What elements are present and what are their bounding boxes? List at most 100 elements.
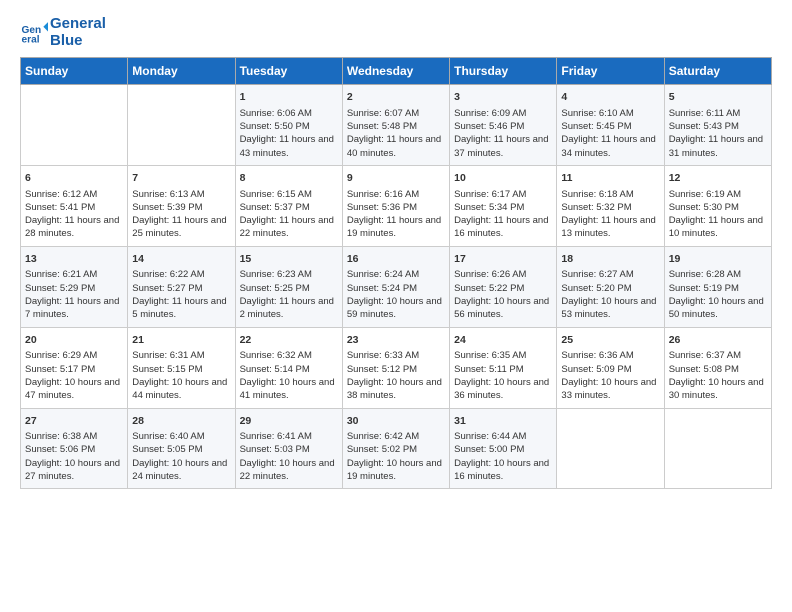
day-info: Sunrise: 6:23 AM — [240, 268, 338, 281]
calendar-cell: 15Sunrise: 6:23 AMSunset: 5:25 PMDayligh… — [235, 246, 342, 327]
header-day-tuesday: Tuesday — [235, 58, 342, 85]
day-info: Sunset: 5:50 PM — [240, 120, 338, 133]
day-info: Sunset: 5:19 PM — [669, 282, 767, 295]
day-info: Daylight: 11 hours and 43 minutes. — [240, 133, 338, 160]
day-info: Daylight: 10 hours and 36 minutes. — [454, 376, 552, 403]
day-info: Sunset: 5:24 PM — [347, 282, 445, 295]
day-info: Sunset: 5:45 PM — [561, 120, 659, 133]
day-info: Daylight: 11 hours and 10 minutes. — [669, 214, 767, 241]
calendar-cell: 24Sunrise: 6:35 AMSunset: 5:11 PMDayligh… — [450, 327, 557, 408]
calendar-cell: 18Sunrise: 6:27 AMSunset: 5:20 PMDayligh… — [557, 246, 664, 327]
day-info: Daylight: 10 hours and 19 minutes. — [347, 457, 445, 484]
day-info: Sunset: 5:41 PM — [25, 201, 123, 214]
day-info: Sunrise: 6:13 AM — [132, 188, 230, 201]
day-info: Daylight: 10 hours and 47 minutes. — [25, 376, 123, 403]
day-info: Daylight: 10 hours and 38 minutes. — [347, 376, 445, 403]
logo-text: GeneralBlue — [50, 16, 106, 49]
day-info: Sunset: 5:27 PM — [132, 282, 230, 295]
day-info: Sunset: 5:48 PM — [347, 120, 445, 133]
day-info: Sunrise: 6:12 AM — [25, 188, 123, 201]
day-info: Daylight: 11 hours and 19 minutes. — [347, 214, 445, 241]
calendar-cell: 17Sunrise: 6:26 AMSunset: 5:22 PMDayligh… — [450, 246, 557, 327]
day-info: Sunrise: 6:40 AM — [132, 430, 230, 443]
day-info: Daylight: 11 hours and 7 minutes. — [25, 295, 123, 322]
day-info: Daylight: 10 hours and 30 minutes. — [669, 376, 767, 403]
day-number: 20 — [25, 333, 123, 348]
day-number: 19 — [669, 252, 767, 267]
calendar-cell: 19Sunrise: 6:28 AMSunset: 5:19 PMDayligh… — [664, 246, 771, 327]
day-info: Sunrise: 6:36 AM — [561, 349, 659, 362]
day-info: Sunset: 5:17 PM — [25, 363, 123, 376]
day-info: Sunrise: 6:06 AM — [240, 107, 338, 120]
day-info: Sunrise: 6:27 AM — [561, 268, 659, 281]
day-info: Daylight: 11 hours and 5 minutes. — [132, 295, 230, 322]
day-info: Sunset: 5:37 PM — [240, 201, 338, 214]
header-day-wednesday: Wednesday — [342, 58, 449, 85]
day-info: Daylight: 11 hours and 37 minutes. — [454, 133, 552, 160]
day-info: Sunset: 5:14 PM — [240, 363, 338, 376]
calendar-cell: 13Sunrise: 6:21 AMSunset: 5:29 PMDayligh… — [21, 246, 128, 327]
day-number: 6 — [25, 171, 123, 186]
day-number: 29 — [240, 414, 338, 429]
day-info: Sunset: 5:20 PM — [561, 282, 659, 295]
calendar-cell: 1 Sunrise: 6:06 AMSunset: 5:50 PMDaylight… — [235, 85, 342, 166]
day-info: Sunset: 5:46 PM — [454, 120, 552, 133]
day-info: Daylight: 11 hours and 40 minutes. — [347, 133, 445, 160]
calendar-cell: 16Sunrise: 6:24 AMSunset: 5:24 PMDayligh… — [342, 246, 449, 327]
day-number: 5 — [669, 90, 767, 105]
day-info: Daylight: 10 hours and 33 minutes. — [561, 376, 659, 403]
calendar-cell: 21Sunrise: 6:31 AMSunset: 5:15 PMDayligh… — [128, 327, 235, 408]
day-number: 24 — [454, 333, 552, 348]
day-info: Daylight: 11 hours and 25 minutes. — [132, 214, 230, 241]
day-info: Sunrise: 6:26 AM — [454, 268, 552, 281]
day-number: 1 — [240, 90, 338, 105]
day-info: Sunset: 5:25 PM — [240, 282, 338, 295]
day-info: Daylight: 11 hours and 13 minutes. — [561, 214, 659, 241]
calendar-cell: 14Sunrise: 6:22 AMSunset: 5:27 PMDayligh… — [128, 246, 235, 327]
day-number: 2 — [347, 90, 445, 105]
header-day-saturday: Saturday — [664, 58, 771, 85]
calendar-cell: 4Sunrise: 6:10 AMSunset: 5:45 PMDaylight… — [557, 85, 664, 166]
day-number: 9 — [347, 171, 445, 186]
day-number: 13 — [25, 252, 123, 267]
calendar-week-4: 20Sunrise: 6:29 AMSunset: 5:17 PMDayligh… — [21, 327, 772, 408]
day-info: Daylight: 10 hours and 41 minutes. — [240, 376, 338, 403]
day-info: Sunset: 5:02 PM — [347, 443, 445, 456]
day-info: Sunrise: 6:32 AM — [240, 349, 338, 362]
day-info: Sunset: 5:09 PM — [561, 363, 659, 376]
day-info: Sunrise: 6:11 AM — [669, 107, 767, 120]
day-info: Sunset: 5:08 PM — [669, 363, 767, 376]
day-info: Sunset: 5:34 PM — [454, 201, 552, 214]
calendar-cell — [664, 408, 771, 489]
calendar-cell — [128, 85, 235, 166]
day-info: Daylight: 11 hours and 31 minutes. — [669, 133, 767, 160]
day-info: Daylight: 11 hours and 2 minutes. — [240, 295, 338, 322]
logo: Gen eral GeneralBlue — [20, 16, 106, 49]
calendar-cell: 26Sunrise: 6:37 AMSunset: 5:08 PMDayligh… — [664, 327, 771, 408]
day-number: 4 — [561, 90, 659, 105]
day-info: Sunrise: 6:07 AM — [347, 107, 445, 120]
day-number: 3 — [454, 90, 552, 105]
day-info: Sunrise: 6:37 AM — [669, 349, 767, 362]
calendar-cell: 29Sunrise: 6:41 AMSunset: 5:03 PMDayligh… — [235, 408, 342, 489]
calendar-cell: 7Sunrise: 6:13 AMSunset: 5:39 PMDaylight… — [128, 165, 235, 246]
day-info: Sunrise: 6:29 AM — [25, 349, 123, 362]
day-info: Sunset: 5:43 PM — [669, 120, 767, 133]
day-info: Sunrise: 6:16 AM — [347, 188, 445, 201]
day-info: Sunset: 5:15 PM — [132, 363, 230, 376]
header-day-friday: Friday — [557, 58, 664, 85]
day-info: Daylight: 10 hours and 50 minutes. — [669, 295, 767, 322]
day-info: Daylight: 10 hours and 56 minutes. — [454, 295, 552, 322]
day-info: Sunrise: 6:31 AM — [132, 349, 230, 362]
day-info: Sunrise: 6:21 AM — [25, 268, 123, 281]
calendar-cell: 3Sunrise: 6:09 AMSunset: 5:46 PMDaylight… — [450, 85, 557, 166]
day-info: Sunrise: 6:38 AM — [25, 430, 123, 443]
calendar-cell: 5 Sunrise: 6:11 AMSunset: 5:43 PMDaylight… — [664, 85, 771, 166]
day-number: 10 — [454, 171, 552, 186]
day-number: 18 — [561, 252, 659, 267]
day-info: Daylight: 10 hours and 27 minutes. — [25, 457, 123, 484]
day-info: Daylight: 11 hours and 16 minutes. — [454, 214, 552, 241]
day-info: Sunset: 5:22 PM — [454, 282, 552, 295]
day-info: Sunset: 5:29 PM — [25, 282, 123, 295]
calendar-week-5: 27Sunrise: 6:38 AMSunset: 5:06 PMDayligh… — [21, 408, 772, 489]
